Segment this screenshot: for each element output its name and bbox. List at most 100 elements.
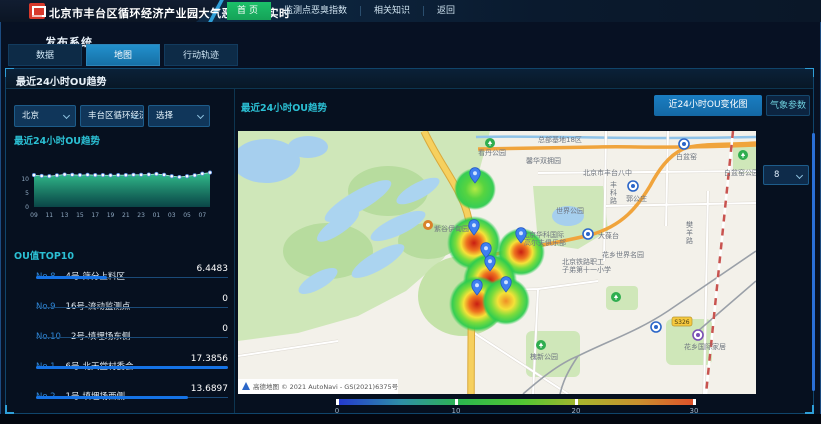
ou-value: 0 [222,294,228,304]
map-label: 樊羊路 [686,220,693,245]
scale-marker [336,399,339,405]
column-divider [234,89,235,413]
ou-value: 17.3856 [191,354,228,364]
svg-text:0: 0 [25,204,29,211]
svg-text:S326: S326 [674,319,689,326]
svg-text:高德地图 © 2021 AutoNavi - GS(2021: 高德地图 © 2021 AutoNavi - GS(2021)6375号 [253,382,399,391]
scale-marker [575,399,578,405]
map-scrollbar[interactable] [812,133,815,391]
list-item[interactable]: No.21号-填埋场西侧 13.6897 [36,384,228,410]
svg-text:19: 19 [107,212,115,219]
trend-chart: 0510091113151719212301030507 [10,165,218,221]
map-label: 花乡国际家居 [684,342,726,351]
map-label: 紫谷伊甸园 [434,224,469,233]
app-logo-icon [29,3,45,19]
park-select[interactable]: 丰台区循环经济产... [80,105,144,127]
map-copyright: 高德地图 © 2021 AutoNavi - GS(2021)6375号 [238,379,399,394]
panel-corner [805,405,814,414]
map-label: 白盆窑公园 [724,168,756,177]
map-label: 北京市丰台八中 [583,168,632,177]
svg-text:05: 05 [183,212,191,219]
map-label: 丰科路 [610,180,617,205]
map-label: 高尔夫俱乐部 [524,238,566,247]
svg-text:23: 23 [137,212,145,219]
list-item[interactable]: No.916号-流动监测点 0 [36,294,228,320]
map-label: 北京铁路职工 [562,257,604,266]
tab-home[interactable]: 首页 [227,2,271,20]
park-icon [738,150,748,160]
map-label: 花乡世界名园 [602,250,644,259]
city-select[interactable]: 北京 [14,105,76,127]
map-label: 郭公庄 [626,194,647,203]
park-icon [485,138,495,148]
svg-text:11: 11 [45,212,53,219]
chevron-down-icon [796,172,803,179]
chevron-down-icon [197,112,204,119]
list-item[interactable]: No.102号-填埋场东侧 0 [36,324,228,350]
list-item[interactable]: No.16号-北天堂村委会 17.3856 [36,354,228,380]
chevron-down-icon [63,112,70,119]
svg-text:5: 5 [25,190,29,197]
ou-value: 6.4483 [197,264,229,274]
map-label: 总部基地18区 [538,135,582,144]
value-bar-fill [36,396,188,399]
map-section-title: 最近24小时OU趋势 [241,100,327,114]
metro-station-icon [651,322,661,332]
map-label: 子弟第十一小学 [562,265,611,274]
main-panel: 最近24小时OU趋势 北京 丰台区循环经济产... 选择 最近24小时OU趋势 … [5,68,814,414]
scale-marker [693,399,696,405]
svg-text:15: 15 [76,212,84,219]
value-bar-fill [36,366,228,369]
tab-odor-index[interactable]: 监测点恶臭指数 [271,2,360,20]
weather-params-button[interactable]: 气象参数 [766,95,810,116]
trend-section-title: 最近24小时OU趋势 [14,133,100,147]
map-view-button[interactable]: 地图 [86,44,160,66]
data-view-button[interactable]: 数据 [8,44,82,66]
metro-station-icon [679,139,689,149]
value-bar-track [36,337,228,338]
value-bar-track [36,277,228,278]
hour-select[interactable]: 8 [763,165,809,185]
park-icon [536,340,546,350]
map-label: 北京华科国际 [522,230,564,239]
river [476,137,756,138]
ou-value: 13.6897 [191,384,228,394]
station-select[interactable]: 选择 [148,105,210,127]
panel-corner [5,405,14,414]
map-label: 馨华双拥园 [526,156,561,165]
park-icon [611,292,621,302]
tab-back[interactable]: 返回 [424,2,468,20]
svg-text:01: 01 [153,212,161,219]
map-label: 大葆台 [598,231,619,240]
svg-text:03: 03 [168,212,176,219]
svg-text:17: 17 [91,212,99,219]
heatmap-layer [447,168,545,332]
tab-knowledge[interactable]: 相关知识 [361,2,423,20]
track-view-button[interactable]: 行动轨迹 [164,44,238,66]
value-bar-track [36,367,228,368]
top-nav: 首页 监测点恶臭指数 相关知识 返回 [227,2,468,20]
svg-text:13: 13 [61,212,69,219]
bottom-strip [0,414,821,424]
header-bar: 北京市丰台区循环经济产业园大气恶臭状况实时 首页 监测点恶臭指数 相关知识 返回 [0,0,821,22]
scale-marker [455,399,458,405]
metro-station-icon [628,181,638,191]
map-label: 看丹公园 [478,149,506,157]
metro-station-icon [693,330,703,340]
dashboard-window: 北京市丰台区循环经济产业园大气恶臭状况实时 首页 监测点恶臭指数 相关知识 返回… [0,0,821,424]
value-bar-fill [36,276,107,279]
panel-header: 最近24小时OU趋势 [6,69,813,89]
panel-title: 最近24小时OU趋势 [16,73,107,88]
svg-text:21: 21 [122,212,130,219]
svg-text:09: 09 [30,212,38,219]
svg-text:07: 07 [199,212,207,219]
list-item[interactable]: No.84号-筛分上料区 6.4483 [36,264,228,290]
svg-text:10: 10 [21,176,29,183]
value-bar-track [36,307,228,308]
ou-value: 0 [222,324,228,334]
top-list-title: OU值TOP10 [14,248,74,262]
map-canvas[interactable]: S326 总部基地18区看丹公园馨华双拥园北京市丰台八中郭公庄世界公园大葆台 白盆… [238,131,756,394]
map-label: 世界公园 [556,206,584,215]
value-bar-track [36,397,228,398]
ou-change-map-button[interactable]: 近24小时OU变化图 [654,95,762,116]
